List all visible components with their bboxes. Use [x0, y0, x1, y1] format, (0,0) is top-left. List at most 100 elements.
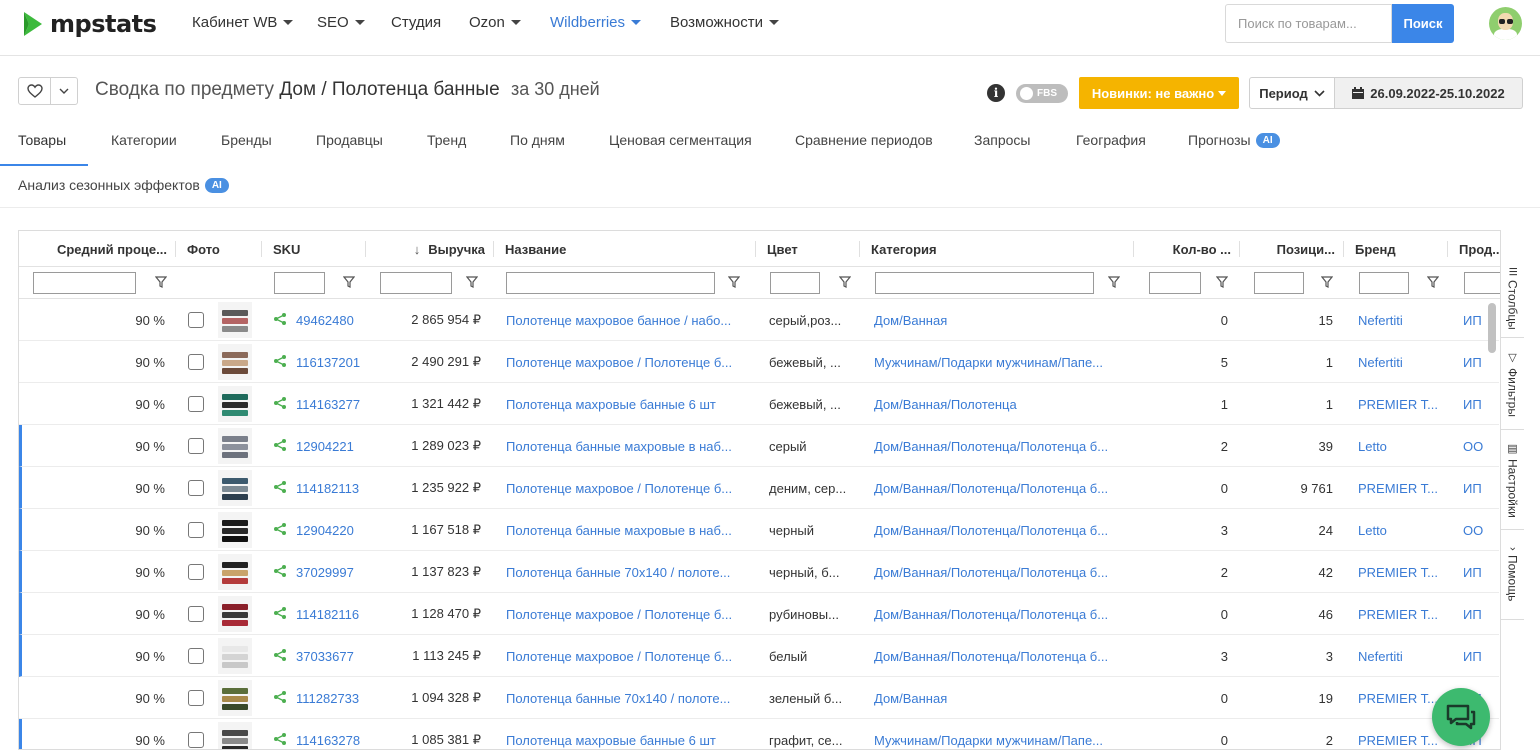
search-button[interactable]: Поиск [1392, 4, 1454, 43]
filter-icon[interactable] [1107, 275, 1121, 288]
table-row[interactable]: 90 % 12904220 1 167 518 ₽ Полотенца банные … [19, 509, 1499, 551]
sku-link[interactable]: 111282733 [296, 691, 359, 706]
product-thumbnail[interactable] [218, 470, 252, 506]
category-link[interactable]: Дом/Ванная/Полотенца/Полотенца б... [874, 467, 1129, 509]
column-header-1[interactable]: Фото [187, 231, 251, 267]
row-checkbox[interactable] [188, 606, 204, 622]
column-filter-input[interactable] [506, 272, 715, 294]
column-header-8[interactable]: Позици... [1251, 231, 1335, 267]
brand-link[interactable]: Nefertiti [1358, 299, 1444, 341]
product-thumbnail[interactable] [218, 722, 252, 749]
table-row[interactable]: 90 % 116137201 2 490 291 ₽ Полотенце махров… [19, 341, 1499, 383]
row-checkbox[interactable] [188, 354, 204, 370]
sku-link[interactable]: 114182113 [296, 481, 359, 496]
filter-icon[interactable] [1215, 275, 1229, 288]
sku-link[interactable]: 116137201 [296, 355, 360, 370]
column-header-2[interactable]: SKU [273, 231, 357, 267]
seller-link[interactable]: ИП [1463, 593, 1493, 635]
product-thumbnail[interactable] [218, 512, 252, 548]
category-link[interactable]: Дом/Ванная/Полотенца/Полотенца б... [874, 635, 1129, 677]
category-link[interactable]: Дом/Ванная/Полотенца/Полотенца б... [874, 551, 1129, 593]
column-header-9[interactable]: Бренд [1355, 231, 1439, 267]
avatar[interactable] [1489, 7, 1522, 40]
row-checkbox[interactable] [188, 396, 204, 412]
column-header-10[interactable]: Прод... [1459, 231, 1499, 267]
table-row[interactable]: 90 % 114182113 1 235 922 ₽ Полотенце махров… [19, 467, 1499, 509]
product-thumbnail[interactable] [218, 428, 252, 464]
product-thumbnail[interactable] [218, 386, 252, 422]
side-tab-0[interactable]: III Столбцы [1501, 260, 1524, 338]
seller-link[interactable]: ИП [1463, 383, 1493, 425]
column-header-6[interactable]: Категория [871, 231, 1125, 267]
seller-link[interactable]: ИП [1463, 467, 1493, 509]
share-icon[interactable] [273, 438, 287, 455]
nav-item-3[interactable]: Ozon [469, 14, 521, 31]
tab-5[interactable]: По дням [510, 132, 565, 148]
brand-link[interactable]: PREMIER T... [1358, 677, 1444, 719]
row-checkbox[interactable] [188, 480, 204, 496]
brand-link[interactable]: PREMIER T... [1358, 383, 1444, 425]
category-link[interactable]: Дом/Ванная/Полотенца [874, 383, 1129, 425]
column-filter-input[interactable] [1359, 272, 1409, 294]
share-icon[interactable] [273, 312, 287, 329]
logo[interactable]: mpstats [22, 9, 157, 39]
sku-link[interactable]: 114182116 [296, 607, 359, 622]
filter-icon[interactable] [154, 275, 168, 288]
brand-link[interactable]: Letto [1358, 509, 1444, 551]
brand-link[interactable]: PREMIER T... [1358, 467, 1444, 509]
category-link[interactable]: Дом/Ванная [874, 299, 1129, 341]
brand-link[interactable]: PREMIER T... [1358, 593, 1444, 635]
filter-icon[interactable] [1320, 275, 1334, 288]
chevron-down-icon[interactable] [51, 78, 77, 104]
filter-icon[interactable] [1426, 275, 1440, 288]
share-icon[interactable] [273, 648, 287, 665]
date-range-button[interactable]: 26.09.2022-25.10.2022 [1335, 77, 1523, 109]
brand-link[interactable]: Letto [1358, 425, 1444, 467]
product-thumbnail[interactable] [218, 680, 252, 716]
nav-item-0[interactable]: Кабинет WB [192, 14, 294, 31]
scrollbar-thumb[interactable] [1488, 303, 1496, 353]
tab-8[interactable]: Запросы [974, 132, 1030, 148]
tab-2[interactable]: Бренды [221, 132, 272, 148]
seller-link[interactable]: ИП [1463, 551, 1493, 593]
table-row[interactable]: 90 % 49462480 2 865 954 ₽ Полотенце махрово… [19, 299, 1499, 341]
tab-10[interactable]: Прогнозы AI [1188, 132, 1280, 148]
product-name-link[interactable]: Полотенца банные 70х140 / полоте... [506, 551, 748, 593]
column-header-4[interactable]: Название [505, 231, 747, 267]
nav-item-1[interactable]: SEO [317, 14, 365, 31]
share-icon[interactable] [273, 480, 287, 497]
product-name-link[interactable]: Полотенце махровое / Полотенце б... [506, 341, 748, 383]
product-name-link[interactable]: Полотенце махровое / Полотенце б... [506, 635, 748, 677]
favorite-control[interactable] [18, 77, 78, 105]
table-row[interactable]: 90 % 114182116 1 128 470 ₽ Полотенце махров… [19, 593, 1499, 635]
share-icon[interactable] [273, 690, 287, 707]
sku-link[interactable]: 49462480 [296, 313, 354, 328]
product-name-link[interactable]: Полотенца махровые банные 6 шт [506, 383, 748, 425]
tab-11[interactable]: Анализ сезонных эффектов AI [18, 177, 229, 193]
category-link[interactable]: Мужчинам/Подарки мужчинам/Папе... [874, 341, 1129, 383]
row-checkbox[interactable] [188, 648, 204, 664]
side-tab-2[interactable]: ▤ Настройки [1501, 430, 1524, 530]
column-header-7[interactable]: Кол-во ... [1145, 231, 1231, 267]
seller-link[interactable]: ИП [1463, 635, 1493, 677]
sku-link[interactable]: 12904221 [296, 439, 354, 454]
side-tab-1[interactable]: ▽ Фильтры [1501, 338, 1524, 430]
category-link[interactable]: Дом/Ванная/Полотенца/Полотенца б... [874, 425, 1129, 467]
category-link[interactable]: Дом/Ванная/Полотенца/Полотенца б... [874, 509, 1129, 551]
table-row[interactable]: 90 % 37029997 1 137 823 ₽ Полотенца банные … [19, 551, 1499, 593]
column-filter-input[interactable] [875, 272, 1094, 294]
tab-3[interactable]: Продавцы [316, 132, 383, 148]
sku-link[interactable]: 37029997 [296, 565, 354, 580]
tab-1[interactable]: Категории [111, 132, 177, 148]
nav-item-5[interactable]: Возможности [670, 14, 779, 31]
brand-link[interactable]: Nefertiti [1358, 635, 1444, 677]
tab-4[interactable]: Тренд [427, 132, 466, 148]
tab-6[interactable]: Ценовая сегментация [609, 132, 752, 148]
period-dropdown[interactable]: Период [1249, 77, 1335, 109]
row-checkbox[interactable] [188, 564, 204, 580]
share-icon[interactable] [273, 522, 287, 539]
product-thumbnail[interactable] [218, 344, 252, 380]
product-thumbnail[interactable] [218, 638, 252, 674]
column-filter-input[interactable] [33, 272, 136, 294]
share-icon[interactable] [273, 354, 287, 371]
